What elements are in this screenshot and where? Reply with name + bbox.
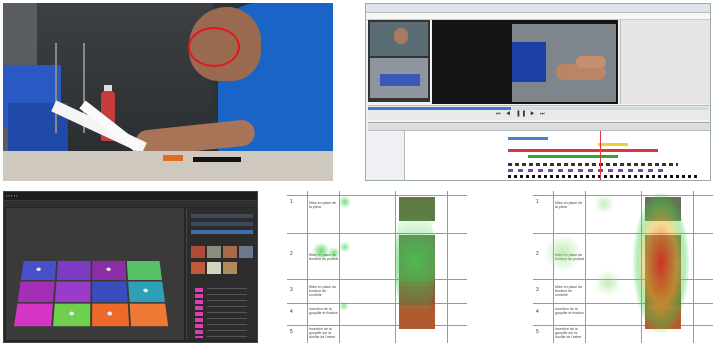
gaze-heat-spot [395,193,435,333]
texture-thumbnail[interactable] [223,262,237,274]
step-number: 2 [290,251,293,257]
playback-buttons[interactable]: ⏮ ◀ ▐▐ ▶ ⏭ [496,111,547,117]
tile-blue-2[interactable] [92,281,128,303]
tile-marker [107,311,113,316]
scene-camera-view [512,24,616,102]
tile-orange-2[interactable] [129,303,169,327]
step-text: Mise en place du tendeur de contrôle [309,285,337,297]
row-divider [287,233,467,234]
texture-thumbnail[interactable] [239,246,253,258]
row-divider [533,325,713,326]
3d-scene-editor: ▪ ▪ ▪ ▪ ▪ [3,191,258,343]
workbench-objects [380,74,420,86]
step-text: Mise en place du tendeur de contrôle [555,285,583,297]
step-number: 3 [536,287,539,293]
gaze-heat-spot [339,241,351,253]
3d-viewport[interactable] [6,208,184,340]
gaze-heat-spot [633,193,689,333]
tile-marker [106,267,111,272]
column-divider [339,191,340,343]
tile-grid [6,258,184,340]
step-number: 1 [536,199,539,205]
timeline-segment[interactable] [598,143,628,146]
editor-tab-bar: ▪ ▪ ▪ ▪ ▪ [4,192,257,201]
row-divider [287,325,467,326]
property-row[interactable] [191,222,253,226]
color-swatch-list[interactable] [195,288,203,338]
gaze-heat-spot [339,195,351,209]
step-text: Mise en place de la pièce [309,201,337,209]
timeline-track-events[interactable] [508,163,678,166]
texture-thumbnail[interactable] [207,246,221,258]
texture-thumbnail[interactable] [191,262,205,274]
tile-marker [143,288,149,293]
editor-tabs[interactable]: ▪ ▪ ▪ ▪ ▪ [6,193,18,198]
timeline-segment[interactable] [508,137,548,140]
row-divider [533,303,713,304]
column-divider [585,191,586,343]
tile-green[interactable] [126,261,163,281]
progress-fill [368,107,511,110]
work-instruction-heatmap-green: 1 2 3 4 5 Mise en place de la pièce Mise… [287,191,467,343]
timeline-track-labels [368,131,405,180]
tile-magenta[interactable] [17,281,55,303]
row-divider [287,195,467,196]
video-thumbnail-workbench[interactable] [370,58,428,98]
column-divider [693,191,694,343]
timeline-playhead[interactable] [600,131,601,180]
texture-thumbnail[interactable] [191,246,205,258]
window-titlebar [366,4,710,13]
step-text: Insertion de la goupille sur la douille … [309,327,336,339]
participant-face [394,28,408,44]
work-instruction-heatmap-aggregate: 1 2 3 4 5 Mise en place de la pièce Mise… [533,191,713,343]
photo-operator-eye-tracker [3,3,333,181]
step-number: 5 [290,329,293,335]
tile-purple[interactable] [56,261,91,281]
step-number: 5 [536,329,539,335]
timeline-segment[interactable] [508,149,658,152]
video-annotation-software: ⏮ ◀ ▐▐ ▶ ⏭ [365,3,711,181]
orange-part [163,155,183,161]
timeline-track-events[interactable] [508,175,698,178]
step-number: 4 [536,309,539,315]
screwdriver [193,157,241,162]
row-divider [533,195,713,196]
gaze-heat-spot [339,301,349,311]
column-divider [447,191,448,343]
column-divider [307,191,308,343]
gaze-heat-spot [593,271,623,295]
timeline-segment[interactable] [528,155,618,158]
annotation-timeline[interactable] [368,130,710,180]
step-text: Insertion de la goupille et fixation [309,307,338,315]
tile-pink[interactable] [14,303,53,327]
step-text: Mise en place de la pièce [555,201,583,209]
editor-toolbar[interactable] [4,201,257,207]
step-number: 2 [536,251,539,257]
hand-2 [576,56,606,68]
blue-bin [512,42,546,82]
layer-list[interactable] [207,288,247,338]
timeline-track-events[interactable] [508,169,668,172]
property-row[interactable] [191,214,253,218]
step-text: Insertion de la goupille sur la douille … [555,327,582,339]
tile-purple-2[interactable] [54,281,91,303]
menu-bar[interactable] [366,13,710,20]
row-divider [287,279,467,280]
properties-panel [186,208,257,340]
texture-thumbnail[interactable] [223,246,237,258]
annotation-side-pane [620,20,710,104]
property-slider[interactable] [191,230,253,234]
step-number: 1 [290,199,293,205]
texture-thumbnail[interactable] [207,262,221,274]
row-divider [287,303,467,304]
eye-tracker-highlight-circle [188,27,240,67]
step-text: Insertion de la goupille et fixation [555,307,584,315]
video-thumbnail-participant[interactable] [370,22,428,56]
gaze-heat-spot [543,235,583,271]
step-number: 3 [290,287,293,293]
gaze-heat-spot [593,195,615,213]
step-number: 4 [290,309,293,315]
playback-progress-bar[interactable] [368,107,708,110]
